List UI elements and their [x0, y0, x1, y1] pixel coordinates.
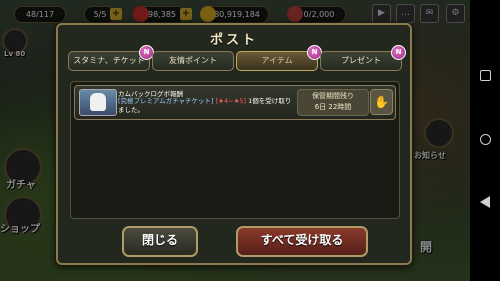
- item-description: [究極プレミアムガチャチケット] [★4~★5] 1個を受け取りました。: [118, 97, 293, 114]
- gacha-ticket-icon: [79, 89, 117, 116]
- tab-label: スタミナ、チケット: [73, 56, 145, 65]
- tab-stamina-ticket[interactable]: スタミナ、チケット N: [68, 45, 154, 71]
- hand-receive-icon[interactable]: ✋: [370, 89, 393, 115]
- tab-items[interactable]: アイテム N: [236, 45, 322, 71]
- retention-period: 保管期間残り 6日 22時間: [297, 89, 369, 116]
- post-item-list[interactable]: カムバックログボ報酬 [究極プレミアムガチャチケット] [★4~★5] 1個を受…: [70, 81, 400, 219]
- retention-label: 保管期間残り: [312, 92, 354, 100]
- tab-present[interactable]: プレゼント N: [320, 45, 406, 71]
- tab-friend-points[interactable]: 友情ポイント: [152, 51, 234, 71]
- post-tabs: スタミナ、チケット N 友情ポイント アイテム N プレゼント N: [68, 45, 406, 71]
- tab-label: プレゼント: [341, 56, 381, 65]
- post-dialog: ポスト スタミナ、チケット N 友情ポイント アイテム N プレゼント N カム…: [56, 23, 412, 265]
- ticket-name: [究極プレミアムガチャチケット]: [118, 97, 214, 105]
- recent-apps-icon[interactable]: [480, 70, 491, 81]
- tab-label: 友情ポイント: [169, 56, 217, 65]
- tab-label: アイテム: [261, 56, 293, 65]
- retention-time: 6日 22時間: [314, 103, 352, 111]
- new-badge: N: [391, 45, 406, 60]
- system-nav-bar: [470, 0, 500, 281]
- receive-all-button[interactable]: すべて受け取る: [236, 226, 368, 257]
- back-icon[interactable]: [480, 196, 490, 208]
- dialog-title: ポスト: [209, 33, 258, 48]
- character-figure-icon: [90, 93, 106, 111]
- close-button[interactable]: 閉じる: [122, 226, 198, 257]
- home-icon[interactable]: [480, 134, 491, 145]
- list-item[interactable]: カムバックログボ報酬 [究極プレミアムガチャチケット] [★4~★5] 1個を受…: [74, 85, 396, 120]
- ticket-rarity: [★4~★5]: [215, 97, 247, 105]
